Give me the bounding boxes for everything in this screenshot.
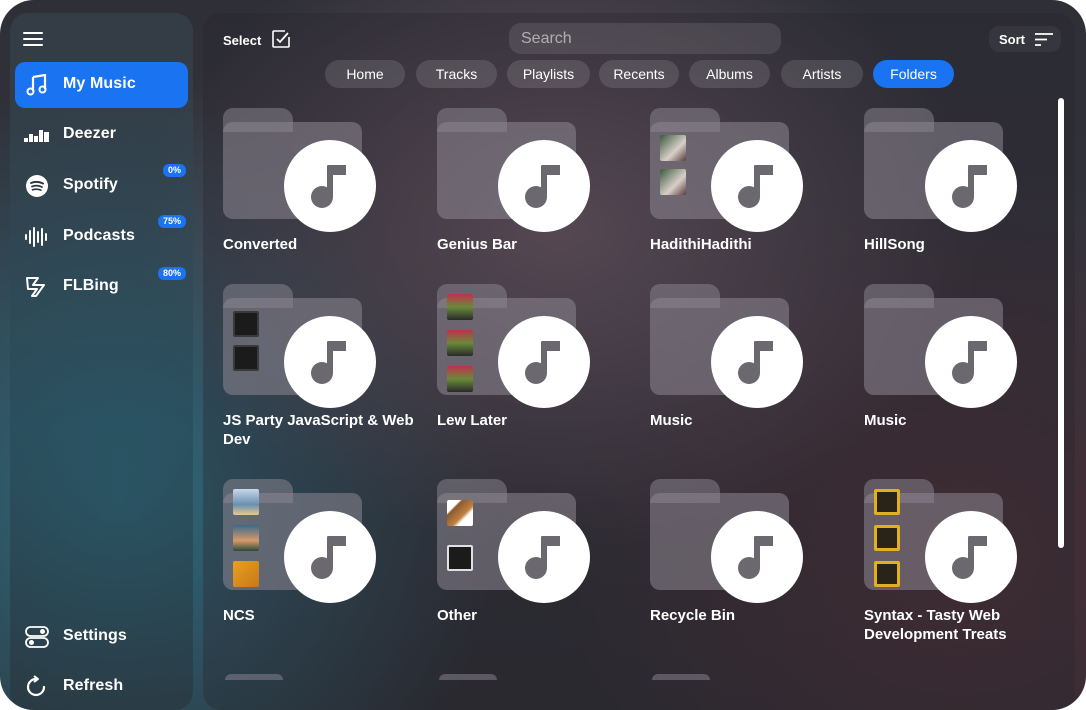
spotify-icon bbox=[24, 174, 50, 198]
music-note-icon bbox=[24, 73, 50, 97]
status-badge: 0% bbox=[162, 164, 186, 177]
music-note-icon bbox=[284, 316, 376, 408]
album-thumbnail bbox=[874, 561, 900, 587]
sidebar: My Music Deezer Spotify 0% Podcasts 75% bbox=[10, 13, 193, 710]
folder-name: JS Party JavaScript & Web Dev bbox=[223, 412, 414, 448]
album-thumbnail bbox=[660, 135, 686, 161]
sidebar-item-deezer[interactable]: Deezer bbox=[15, 112, 188, 158]
folder-tile[interactable]: Genius Bar bbox=[437, 108, 627, 288]
select-checkbox-icon[interactable] bbox=[271, 29, 291, 54]
folder-tile[interactable]: Lew Later bbox=[437, 284, 627, 464]
folder-name: NCS bbox=[223, 607, 255, 624]
sidebar-item-podcasts[interactable]: Podcasts 75% bbox=[15, 214, 188, 260]
settings-toggle-icon bbox=[24, 625, 50, 649]
folder-name: Music bbox=[864, 412, 907, 429]
folder-name: Music bbox=[650, 412, 693, 429]
music-note-icon bbox=[925, 140, 1017, 232]
folder-name: Lew Later bbox=[437, 412, 508, 429]
folder-name: Syntax - Tasty Web Development Treats bbox=[864, 607, 1007, 643]
tab-recents[interactable]: Recents bbox=[599, 60, 679, 88]
hamburger-menu-icon[interactable] bbox=[23, 30, 45, 46]
folder-name: HillSong bbox=[864, 236, 925, 253]
folder-tile[interactable]: HadithiHadithi bbox=[650, 108, 840, 288]
music-note-icon bbox=[498, 511, 590, 603]
sidebar-item-flbing[interactable]: FLBing 80% bbox=[15, 264, 188, 310]
folder-tile[interactable]: Music bbox=[650, 284, 840, 464]
folder-name: Genius Bar bbox=[437, 236, 518, 253]
music-note-icon bbox=[925, 316, 1017, 408]
podcast-waves-icon bbox=[24, 225, 50, 249]
music-note-icon bbox=[284, 140, 376, 232]
main-panel: Select Search Sort Home Tracks Playlists… bbox=[203, 13, 1075, 710]
folder-icon bbox=[652, 674, 710, 680]
folder-icon bbox=[439, 674, 497, 680]
sidebar-item-label: Spotify bbox=[63, 176, 118, 193]
scrollbar[interactable] bbox=[1058, 98, 1064, 548]
album-thumbnail bbox=[874, 489, 900, 515]
music-note-icon bbox=[711, 140, 803, 232]
folder-tile[interactable]: Other bbox=[437, 479, 627, 659]
flbing-icon bbox=[24, 275, 50, 299]
sort-button[interactable]: Sort bbox=[989, 26, 1061, 52]
album-thumbnail bbox=[447, 330, 473, 356]
sidebar-item-label: My Music bbox=[63, 75, 136, 92]
folder-name: Converted bbox=[223, 236, 298, 253]
tab-albums[interactable]: Albums bbox=[689, 60, 770, 88]
sidebar-item-label: FLBing bbox=[63, 277, 119, 294]
album-thumbnail bbox=[874, 525, 900, 551]
tab-folders[interactable]: Folders bbox=[873, 60, 954, 88]
album-thumbnail bbox=[233, 311, 259, 337]
music-note-icon bbox=[711, 511, 803, 603]
tab-tracks[interactable]: Tracks bbox=[416, 60, 497, 88]
folder-tile[interactable]: NCS bbox=[223, 479, 413, 659]
sidebar-item-label: Settings bbox=[63, 627, 127, 644]
sidebar-item-label: Deezer bbox=[63, 125, 117, 142]
select-button[interactable]: Select bbox=[223, 33, 261, 48]
folder-name: Recycle Bin bbox=[650, 607, 736, 624]
search-input[interactable]: Search bbox=[509, 23, 781, 54]
tab-home[interactable]: Home bbox=[325, 60, 405, 88]
folder-icon bbox=[225, 674, 283, 680]
folder-tile[interactable]: Recycle Bin bbox=[650, 479, 840, 659]
search-placeholder: Search bbox=[521, 30, 572, 47]
album-thumbnail bbox=[447, 366, 473, 392]
folder-tile[interactable]: Converted bbox=[223, 108, 413, 288]
sidebar-item-my-music[interactable]: My Music bbox=[15, 62, 188, 108]
sort-label: Sort bbox=[999, 32, 1025, 47]
folder-tile[interactable]: Syntax - Tasty Web Development Treats bbox=[864, 479, 1054, 659]
folder-tile[interactable]: Music bbox=[864, 284, 1054, 464]
album-thumbnail bbox=[447, 545, 473, 571]
album-thumbnail bbox=[233, 525, 259, 551]
status-badge: 80% bbox=[157, 267, 186, 280]
refresh-icon bbox=[24, 675, 50, 699]
album-thumbnail bbox=[233, 561, 259, 587]
music-note-icon bbox=[498, 316, 590, 408]
deezer-icon bbox=[24, 123, 50, 147]
folder-tile[interactable]: HillSong bbox=[864, 108, 1054, 288]
sidebar-item-settings[interactable]: Settings bbox=[15, 614, 188, 660]
album-thumbnail bbox=[447, 500, 473, 526]
tab-artists[interactable]: Artists bbox=[781, 60, 863, 88]
music-note-icon bbox=[284, 511, 376, 603]
music-note-icon bbox=[498, 140, 590, 232]
folder-name: Other bbox=[437, 607, 478, 624]
sidebar-item-spotify[interactable]: Spotify 0% bbox=[15, 163, 188, 209]
album-thumbnail bbox=[660, 169, 686, 195]
folder-name: HadithiHadithi bbox=[650, 236, 752, 253]
sidebar-item-label: Podcasts bbox=[63, 227, 135, 244]
status-badge: 75% bbox=[157, 215, 186, 228]
tab-playlists[interactable]: Playlists bbox=[507, 60, 590, 88]
sidebar-item-refresh[interactable]: Refresh bbox=[15, 664, 188, 710]
album-thumbnail bbox=[447, 294, 473, 320]
album-thumbnail bbox=[233, 489, 259, 515]
sort-icon bbox=[1035, 33, 1053, 49]
album-thumbnail bbox=[233, 345, 259, 371]
sidebar-item-label: Refresh bbox=[63, 677, 124, 694]
music-note-icon bbox=[711, 316, 803, 408]
app-window: My Music Deezer Spotify 0% Podcasts 75% bbox=[0, 0, 1086, 710]
music-note-icon bbox=[925, 511, 1017, 603]
folder-tile[interactable]: JS Party JavaScript & Web Dev bbox=[223, 284, 414, 464]
